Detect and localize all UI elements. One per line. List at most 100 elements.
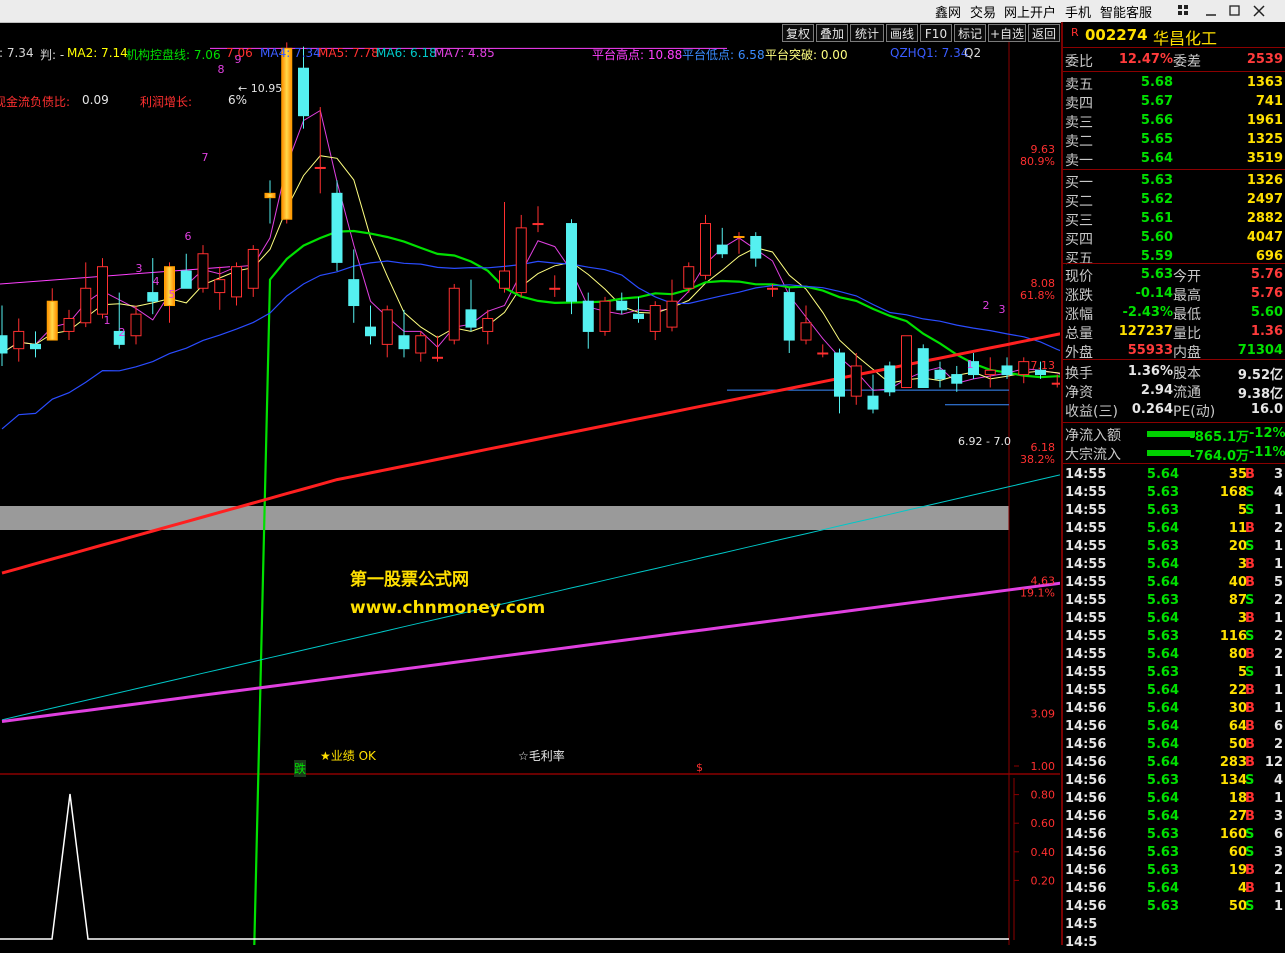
trade-row[interactable]: 14:55 5.63 116 S 2 xyxy=(1065,629,1285,647)
candle-body xyxy=(381,309,393,345)
add-watchlist-button[interactable]: +自选 xyxy=(988,24,1026,42)
flow-pct-1: -11% xyxy=(1249,445,1285,460)
trade-price: 5.64 xyxy=(1146,575,1179,590)
trade-row[interactable]: 14:55 5.64 35 B 3 xyxy=(1065,467,1285,485)
trade-side: B xyxy=(1245,683,1255,698)
candle-body xyxy=(30,343,41,350)
pct-tick-3: 38.2% xyxy=(1020,453,1055,466)
count-label-5: 6 xyxy=(185,230,192,243)
book-price-4[interactable]: 5.64 xyxy=(1103,151,1173,166)
menu-open-account[interactable]: 网上开户 xyxy=(1004,2,1056,21)
trade-time: 14:56 xyxy=(1065,773,1107,788)
book-price-3[interactable]: 5.65 xyxy=(1103,132,1173,147)
candle xyxy=(63,309,75,341)
trade-row[interactable]: 14:5 xyxy=(1065,935,1285,953)
trade-count: 3 xyxy=(1273,809,1283,824)
trade-row[interactable]: 14:56 5.63 50 S 1 xyxy=(1065,899,1285,917)
trade-row[interactable]: 14:56 5.64 27 B 3 xyxy=(1065,809,1285,827)
trade-row[interactable]: 14:56 5.64 30 B 1 xyxy=(1065,701,1285,719)
f10-button[interactable]: F10 xyxy=(920,24,952,42)
book-price-0[interactable]: 5.68 xyxy=(1103,75,1173,90)
candle xyxy=(884,361,896,397)
trade-volume: 22 xyxy=(1228,683,1247,698)
trade-side: S xyxy=(1245,845,1255,860)
trade-row[interactable]: 14:56 5.63 19 B 2 xyxy=(1065,863,1285,881)
candle xyxy=(465,279,477,332)
lower-tick-4: 0.20 xyxy=(1031,874,1056,887)
mark-button[interactable]: 标记 xyxy=(954,24,986,42)
book-price-1[interactable]: 5.67 xyxy=(1103,94,1173,109)
pct-tick-4: 19.1% xyxy=(1020,587,1055,600)
trade-time: 14:56 xyxy=(1065,899,1107,914)
book-price-6[interactable]: 5.62 xyxy=(1103,192,1173,207)
trade-row[interactable]: 14:56 5.64 18 B 1 xyxy=(1065,791,1285,809)
trade-row[interactable]: 14:55 5.64 22 B 1 xyxy=(1065,683,1285,701)
book-label-6: 买二 xyxy=(1065,194,1093,210)
close-icon[interactable] xyxy=(1253,5,1265,17)
candle xyxy=(515,214,527,297)
stock-name: 华昌化工 xyxy=(1153,29,1218,48)
trade-row[interactable]: 14:56 5.63 60 S 3 xyxy=(1065,845,1285,863)
trade-count: 2 xyxy=(1273,521,1283,536)
trade-row[interactable]: 14:55 5.64 3 B 1 xyxy=(1065,611,1285,629)
trade-row[interactable]: 14:55 5.63 5 S 1 xyxy=(1065,503,1285,521)
book-price-2[interactable]: 5.66 xyxy=(1103,113,1173,128)
restore-icon[interactable] xyxy=(1229,5,1240,16)
back-button[interactable]: 返回 xyxy=(1028,24,1060,42)
trade-count: 4 xyxy=(1273,773,1283,788)
candle xyxy=(97,258,108,319)
trade-row[interactable]: 14:55 5.64 3 B 1 xyxy=(1065,557,1285,575)
trade-side: B xyxy=(1245,719,1255,734)
book-label-3: 卖二 xyxy=(1065,134,1093,150)
trade-side: B xyxy=(1245,701,1255,716)
trade-row[interactable]: 14:55 5.63 87 S 2 xyxy=(1065,593,1285,611)
kline-chart[interactable]: 9.6380.9%8.0861.8%7.136.1838.2%4.6319.1%… xyxy=(0,42,1060,945)
trade-row[interactable]: 14:55 5.64 80 B 2 xyxy=(1065,647,1285,665)
menu-mobile[interactable]: 手机 xyxy=(1065,2,1091,21)
candle-body xyxy=(884,365,896,393)
menu-xinwang[interactable]: 鑫网 xyxy=(935,2,961,21)
trade-row[interactable]: 14:5 xyxy=(1065,917,1285,935)
candle-body xyxy=(984,369,996,376)
quote-value2-0: 5.76 xyxy=(1250,267,1283,282)
candle-body xyxy=(532,223,544,226)
quote-label2-3: 量比 xyxy=(1173,326,1201,342)
candle-body xyxy=(214,279,226,294)
menu-grid-icon[interactable] xyxy=(1178,5,1188,15)
trade-row[interactable]: 14:56 5.64 4 B 1 xyxy=(1065,881,1285,899)
trade-row[interactable]: 14:56 5.64 64 B 6 xyxy=(1065,719,1285,737)
trade-row[interactable]: 14:55 5.64 11 B 2 xyxy=(1065,521,1285,539)
candle xyxy=(13,318,25,362)
trade-row[interactable]: 14:55 5.63 168 S 4 xyxy=(1065,485,1285,503)
trade-row[interactable]: 14:56 5.64 50 B 2 xyxy=(1065,737,1285,755)
wei-bi-label: 委比 xyxy=(1065,54,1093,70)
candle xyxy=(934,361,946,388)
fund-label-1: 净资 xyxy=(1065,385,1093,401)
trade-side: B xyxy=(1245,809,1255,824)
menu-customer-service[interactable]: 智能客服 xyxy=(1100,2,1152,21)
trade-time: 14:55 xyxy=(1065,611,1107,626)
book-price-8[interactable]: 5.60 xyxy=(1103,230,1173,245)
statistics-button[interactable]: 统计 xyxy=(850,24,884,42)
down-marker: 跌 xyxy=(294,760,307,777)
trade-side: S xyxy=(1245,539,1255,554)
book-price-5[interactable]: 5.63 xyxy=(1103,173,1173,188)
trade-row[interactable]: 14:56 5.64 283 B 12 xyxy=(1065,755,1285,773)
trade-row[interactable]: 14:55 5.63 5 S 1 xyxy=(1065,665,1285,683)
menu-trade[interactable]: 交易 xyxy=(970,2,996,21)
trade-price: 5.63 xyxy=(1146,845,1179,860)
trade-row[interactable]: 14:56 5.63 134 S 4 xyxy=(1065,773,1285,791)
trade-row[interactable]: 14:56 5.63 160 S 6 xyxy=(1065,827,1285,845)
book-price-7[interactable]: 5.61 xyxy=(1103,211,1173,226)
book-price-9[interactable]: 5.59 xyxy=(1103,249,1173,264)
draw-line-button[interactable]: 画线 xyxy=(886,24,918,42)
trade-row[interactable]: 14:55 5.64 40 B 5 xyxy=(1065,575,1285,593)
adjust-button[interactable]: 复权 xyxy=(782,24,814,42)
wei-cha-label: 委差 xyxy=(1173,54,1201,70)
trade-volume: 35 xyxy=(1228,467,1247,482)
trade-count: 1 xyxy=(1273,791,1283,806)
overlay-button[interactable]: 叠加 xyxy=(816,24,848,42)
trade-row[interactable]: 14:55 5.63 20 S 1 xyxy=(1065,539,1285,557)
candle-body xyxy=(448,287,460,341)
trade-count: 2 xyxy=(1273,863,1283,878)
